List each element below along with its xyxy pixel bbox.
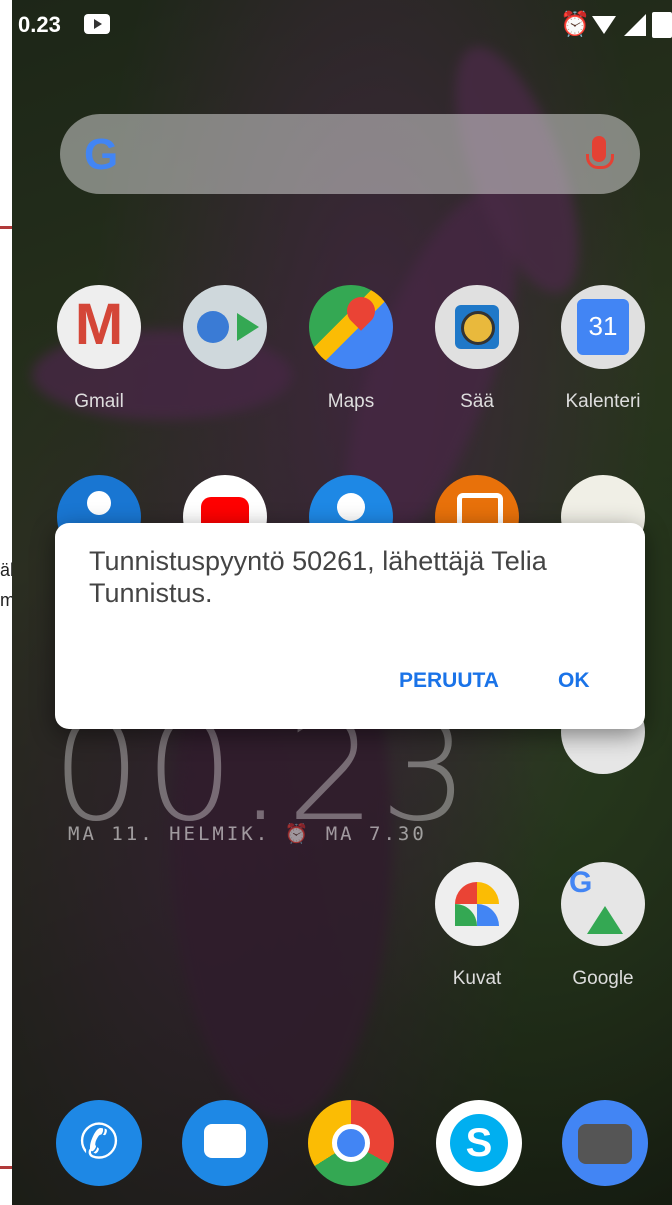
mic-icon[interactable] [586, 136, 614, 169]
status-time: 0.23 [18, 12, 61, 37]
app-gmail[interactable]: Gmail [44, 285, 154, 413]
gmail-icon [57, 285, 141, 369]
divider [0, 226, 12, 229]
battery-icon [652, 12, 672, 38]
alarm-small-icon: ⏰ [284, 823, 326, 845]
maps-icon [309, 285, 393, 369]
app-label: Maps [327, 391, 375, 412]
background-web-page: äl m [0, 0, 12, 1205]
signal-icon [624, 14, 646, 36]
ok-button[interactable]: OK [558, 669, 590, 693]
google-folder-icon [561, 862, 645, 946]
alarm-icon: ⏰ [560, 11, 590, 38]
app-folder[interactable] [170, 285, 280, 369]
divider [0, 1166, 12, 1169]
cancel-button[interactable]: PERUUTA [399, 669, 499, 693]
photos-icon [435, 862, 519, 946]
date-text: MA 11. HELMIK. [68, 823, 271, 845]
app-maps[interactable]: Maps [296, 285, 406, 413]
clock-widget-date[interactable]: MA 11. HELMIK. ⏰ MA 7.30 [68, 822, 427, 845]
partial-text: äl [0, 560, 12, 580]
status-bar: 0.23 ⏰ [12, 0, 672, 48]
app-kalenteri[interactable]: Kalenteri [548, 285, 658, 413]
app-label: Kuvat [452, 968, 502, 989]
calendar-icon [561, 285, 645, 369]
app-google[interactable]: Google [548, 862, 658, 990]
chrome-icon[interactable] [308, 1100, 394, 1186]
app-label: Kalenteri [565, 391, 641, 412]
settings-play-folder-icon [183, 285, 267, 369]
dialog-message: Tunnistuspyyntö 50261, lähettäjä Telia T… [89, 546, 547, 608]
skype-icon[interactable] [436, 1100, 522, 1186]
google-logo-icon: G [84, 130, 119, 179]
app-saa[interactable]: Sää [422, 285, 532, 413]
phone-icon[interactable] [56, 1100, 142, 1186]
weather-icon [435, 285, 519, 369]
wifi-icon [592, 16, 616, 34]
screen-record-icon [84, 14, 110, 34]
identification-request-dialog: Tunnistuspyyntö 50261, lähettäjä Telia T… [55, 523, 645, 729]
app-kuvat[interactable]: Kuvat [422, 862, 532, 990]
partial-text: m [0, 590, 12, 610]
app-label: Gmail [74, 391, 124, 412]
app-label: Sää [460, 391, 494, 412]
app-label: Google [572, 968, 634, 989]
messages-icon[interactable] [182, 1100, 268, 1186]
alarm-time: MA 7.30 [325, 823, 427, 845]
google-search-bar[interactable]: G [60, 114, 640, 194]
camera-icon[interactable] [562, 1100, 648, 1186]
